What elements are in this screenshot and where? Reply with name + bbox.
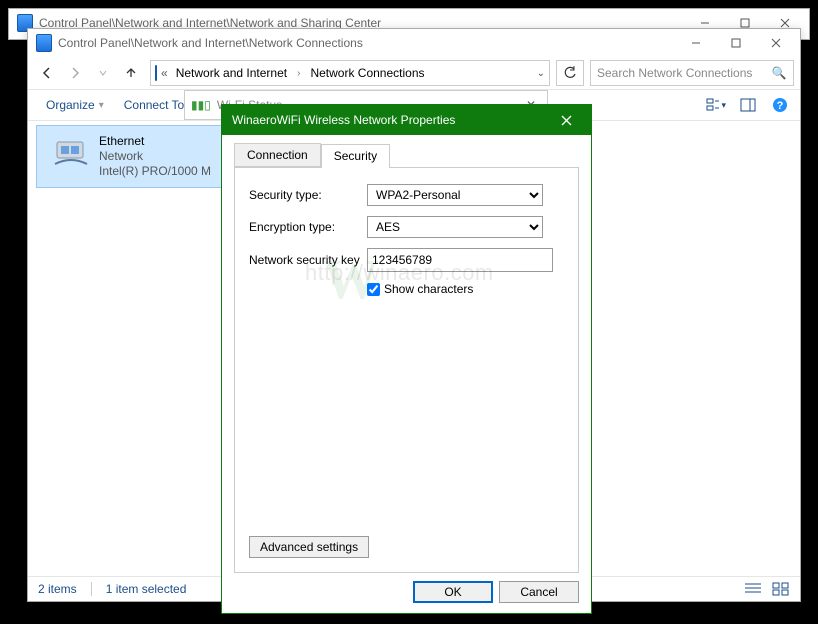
address-bar[interactable]: « Network and Internet › Network Connect…: [150, 60, 550, 86]
show-characters-label: Show characters: [384, 282, 473, 296]
organize-menu[interactable]: Organize▾: [38, 94, 112, 116]
location-icon: [155, 66, 157, 80]
help-button[interactable]: ?: [770, 95, 790, 115]
security-type-label: Security type:: [249, 188, 367, 202]
search-input[interactable]: Search Network Connections 🔍: [590, 60, 794, 86]
cancel-button[interactable]: Cancel: [499, 581, 579, 603]
security-type-select[interactable]: WPA2-Personal: [367, 184, 543, 206]
nav-bar: « Network and Internet › Network Connect…: [28, 57, 800, 90]
maximize-button[interactable]: [716, 29, 756, 57]
show-characters-checkbox[interactable]: [367, 283, 380, 296]
tab-strip: Connection Security: [234, 143, 579, 168]
breadcrumb-item[interactable]: Network and Internet: [172, 66, 291, 80]
refresh-button[interactable]: [556, 60, 584, 86]
item-status: Network: [99, 149, 211, 164]
dialog-titlebar[interactable]: WinaeroWiFi Wireless Network Properties: [222, 105, 591, 135]
status-count: 2 items: [38, 582, 77, 596]
connect-to-button[interactable]: Connect To: [116, 94, 193, 116]
large-icons-view-icon[interactable]: [772, 582, 790, 596]
ethernet-adapter-icon: [53, 134, 89, 170]
search-placeholder: Search Network Connections: [597, 66, 771, 80]
chevron-right-icon: ›: [295, 68, 302, 79]
details-view-icon[interactable]: [744, 582, 762, 596]
network-key-label: Network security key: [249, 253, 367, 267]
view-options-button[interactable]: ▾: [706, 95, 726, 115]
item-adapter: Intel(R) PRO/1000 M: [99, 164, 211, 179]
search-icon: 🔍: [771, 66, 787, 80]
address-dropdown[interactable]: ⌄: [537, 68, 545, 79]
network-key-input[interactable]: [367, 248, 553, 272]
minimize-button[interactable]: [676, 29, 716, 57]
up-button[interactable]: [118, 60, 144, 86]
status-selected: 1 item selected: [106, 582, 187, 596]
close-button[interactable]: [756, 29, 796, 57]
recent-dropdown[interactable]: [90, 60, 116, 86]
ok-button[interactable]: OK: [413, 581, 493, 603]
item-name: Ethernet: [99, 134, 211, 149]
back-button[interactable]: [34, 60, 60, 86]
wifi-signal-icon: ▮▮▯: [191, 98, 211, 112]
preview-pane-button[interactable]: [738, 95, 758, 115]
svg-text:?: ?: [777, 100, 784, 112]
titlebar[interactable]: Control Panel\Network and Internet\Netwo…: [28, 29, 800, 57]
forward-button[interactable]: [62, 60, 88, 86]
window-title: Control Panel\Network and Internet\Netwo…: [58, 36, 363, 50]
encryption-type-label: Encryption type:: [249, 220, 367, 234]
tab-connection[interactable]: Connection: [234, 143, 321, 167]
wireless-properties-dialog: WinaeroWiFi Wireless Network Properties …: [221, 104, 592, 614]
control-panel-icon: [36, 35, 52, 51]
encryption-type-select[interactable]: AES: [367, 216, 543, 238]
tab-panel-security: Security type: WPA2-Personal Encryption …: [234, 168, 579, 573]
breadcrumb-prefix: «: [161, 66, 168, 80]
advanced-settings-button[interactable]: Advanced settings: [249, 536, 369, 558]
dialog-title: WinaeroWiFi Wireless Network Properties: [232, 113, 455, 127]
tab-security[interactable]: Security: [321, 144, 390, 168]
close-button[interactable]: [551, 105, 581, 135]
breadcrumb-item[interactable]: Network Connections: [306, 66, 428, 80]
